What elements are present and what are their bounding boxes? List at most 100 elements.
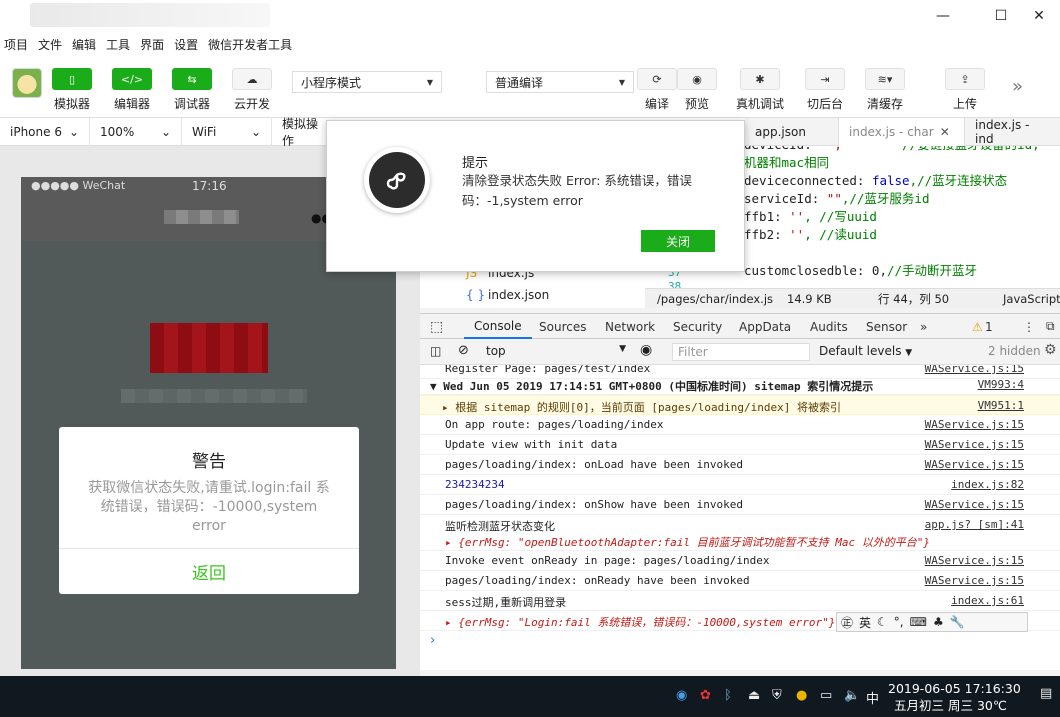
avatar[interactable] [12, 68, 42, 98]
source-link[interactable]: WAService.js:15 [925, 574, 1024, 587]
network-value: WiFi [192, 125, 217, 139]
source-link[interactable]: app.js? [sm]:41 [925, 518, 1024, 531]
tab-sources[interactable]: Sources [539, 314, 586, 339]
code-line: deviceconnected: false,//蓝牙连接状态 [744, 173, 1008, 188]
tab-security[interactable]: Security [673, 314, 722, 339]
source-link[interactable]: VM993:4 [978, 378, 1024, 391]
source-link[interactable]: WAService.js:15 [925, 438, 1024, 451]
remote-debug-button[interactable]: ✱ 真机调试 [730, 68, 790, 112]
wrench-icon[interactable]: 🔧 [950, 615, 965, 629]
browser-icon[interactable]: ◉ [676, 688, 687, 703]
console-row[interactable]: ▼ Wed Jun 05 2019 17:14:51 GMT+0800 (中国标… [420, 375, 1060, 395]
antivirus-icon[interactable]: ✿ [700, 688, 711, 703]
tab-index-js-char[interactable]: index.js - char ✕ [839, 118, 965, 146]
tab-label: index.js - char [849, 125, 934, 139]
punctuation-icon[interactable]: °, [894, 615, 904, 629]
menu-file[interactable]: 文件 [38, 36, 62, 53]
menu-devtools[interactable]: 微信开发者工具 [208, 36, 292, 53]
system-clock[interactable]: 2019-06-05 17:16:30 五月初三 周三 30℃ [888, 680, 1021, 714]
preview-button[interactable]: ◉ 预览 [667, 68, 727, 112]
alert-message: 获取微信状态失败,请重试.login:fail 系统错误，错误码：-10000,… [88, 480, 330, 534]
volume-icon[interactable]: 🔈 [844, 688, 860, 703]
context-select[interactable]: top ▼ [486, 344, 626, 358]
gear-icon[interactable]: ⚙ [1044, 342, 1057, 358]
upload-button[interactable]: ⇪ 上传 [935, 68, 995, 112]
notification-icon[interactable]: ▤ [1040, 686, 1052, 701]
editor-toggle[interactable]: </> 编辑器 [102, 68, 162, 112]
skin-icon[interactable]: ♣ [933, 615, 944, 629]
tab-label: index.js - ind [975, 118, 1030, 146]
tab-index-js-ind[interactable]: index.js - ind [965, 118, 1060, 146]
tab-sensor[interactable]: Sensor [866, 314, 907, 339]
menu-edit[interactable]: 编辑 [72, 36, 96, 53]
tab-audits[interactable]: Audits [810, 314, 848, 339]
minimize-button[interactable]: — [920, 0, 966, 32]
background-button[interactable]: ⇥ 切后台 [795, 68, 855, 112]
sim-op-button[interactable]: 模拟操作 [272, 117, 332, 148]
ime-mode[interactable]: 英 [859, 614, 871, 631]
console-object-row[interactable]: ▸ {errMsg: "openBluetoothAdapter:fail 目前… [420, 531, 1060, 551]
source-link[interactable]: VM951:1 [978, 399, 1024, 412]
debugger-toggle[interactable]: ⇆ 调试器 [162, 68, 222, 112]
tab-network[interactable]: Network [605, 314, 655, 339]
network-icon[interactable]: ▭ [820, 688, 832, 703]
compile-select[interactable]: 普通编译 ▼ [486, 71, 634, 93]
nav-title-blur [164, 210, 239, 224]
dialog-close-button[interactable]: 关闭 [641, 230, 715, 252]
inspect-icon[interactable]: ⬚ [430, 314, 443, 339]
source-link[interactable]: WAService.js:15 [925, 365, 1024, 375]
close-button[interactable]: ✕ [1016, 0, 1060, 32]
source-link[interactable]: WAService.js:15 [925, 418, 1024, 431]
more-icon[interactable]: » [1012, 76, 1023, 97]
menu-settings[interactable]: 设置 [174, 36, 198, 53]
ime-toolbar[interactable]: ㊣ 英 ☾ °, ⌨ ♣ 🔧 [836, 612, 1028, 632]
usb-icon[interactable]: ⏏ [748, 688, 760, 703]
keyboard-icon[interactable]: ⌨ [910, 615, 927, 629]
source-link[interactable]: WAService.js:15 [925, 554, 1024, 567]
cursor-position: 行 44，列 50 [878, 291, 950, 306]
security-icon[interactable]: ⛨ [772, 688, 782, 703]
zoom-select[interactable]: 100% ⌄ [90, 118, 182, 146]
log-levels-select[interactable]: Default levels ▼ [819, 344, 912, 358]
moon-icon[interactable]: ☾ [877, 615, 888, 629]
menu-tools[interactable]: 工具 [106, 36, 130, 53]
clear-cache-button[interactable]: ≋▾ 清缓存 [855, 68, 915, 112]
language-mode[interactable]: JavaScript [1003, 292, 1060, 306]
kebab-menu-icon[interactable]: ⋮ [1023, 314, 1035, 339]
console-filter-input[interactable]: Filter [672, 343, 810, 361]
menu-project[interactable]: 项目 [4, 36, 28, 53]
menu-view[interactable]: 界面 [140, 36, 164, 53]
console-prompt[interactable]: › [430, 633, 435, 648]
blurred-text [121, 389, 307, 403]
cloud-button[interactable]: ☁ 云开发 [222, 68, 282, 112]
file-item-index-json[interactable]: index.json [488, 288, 549, 302]
alert-back-button[interactable]: 返回 [59, 549, 359, 594]
weather-label: 30℃ [976, 698, 1007, 713]
console-warning-row[interactable]: ▸ 根据 sitemap 的规则[0]，当前页面 [pages/loading/… [420, 395, 1060, 415]
ime-indicator[interactable]: 中 [866, 688, 879, 707]
source-link[interactable]: WAService.js:15 [925, 458, 1024, 471]
eye-icon[interactable]: ◉ [640, 342, 652, 358]
tab-console[interactable]: Console [464, 314, 532, 339]
tab-app-json[interactable]: app.json [745, 118, 839, 146]
bluetooth-icon[interactable]: ᛒ [724, 688, 732, 703]
network-select[interactable]: WiFi ⌄ [182, 118, 272, 146]
sidebar-toggle-icon[interactable]: ◫ [430, 344, 441, 358]
device-select[interactable]: iPhone 6 ⌄ [0, 118, 90, 146]
wechat-tray-icon[interactable]: ● [796, 688, 807, 703]
tab-appdata[interactable]: AppData [739, 314, 791, 339]
alert-title: 警告 [192, 452, 226, 472]
device-value: iPhone 6 [10, 125, 62, 139]
caret-down-icon: ▼ [618, 77, 625, 87]
source-link[interactable]: index.js:61 [951, 594, 1024, 607]
clear-console-icon[interactable]: ⊘ [458, 343, 469, 358]
more-tabs-icon[interactable]: » [920, 314, 927, 339]
dock-icon[interactable]: ⧉ [1046, 314, 1055, 339]
simulator-toggle[interactable]: ▯ 模拟器 [42, 68, 102, 112]
source-link[interactable]: WAService.js:15 [925, 498, 1024, 511]
source-link[interactable]: index.js:82 [951, 478, 1024, 491]
close-icon[interactable]: ✕ [940, 125, 950, 139]
mode-select[interactable]: 小程序模式 ▼ [292, 71, 442, 93]
warning-icon[interactable]: ⚠ [972, 314, 983, 339]
bug-icon: ✱ [740, 68, 780, 90]
